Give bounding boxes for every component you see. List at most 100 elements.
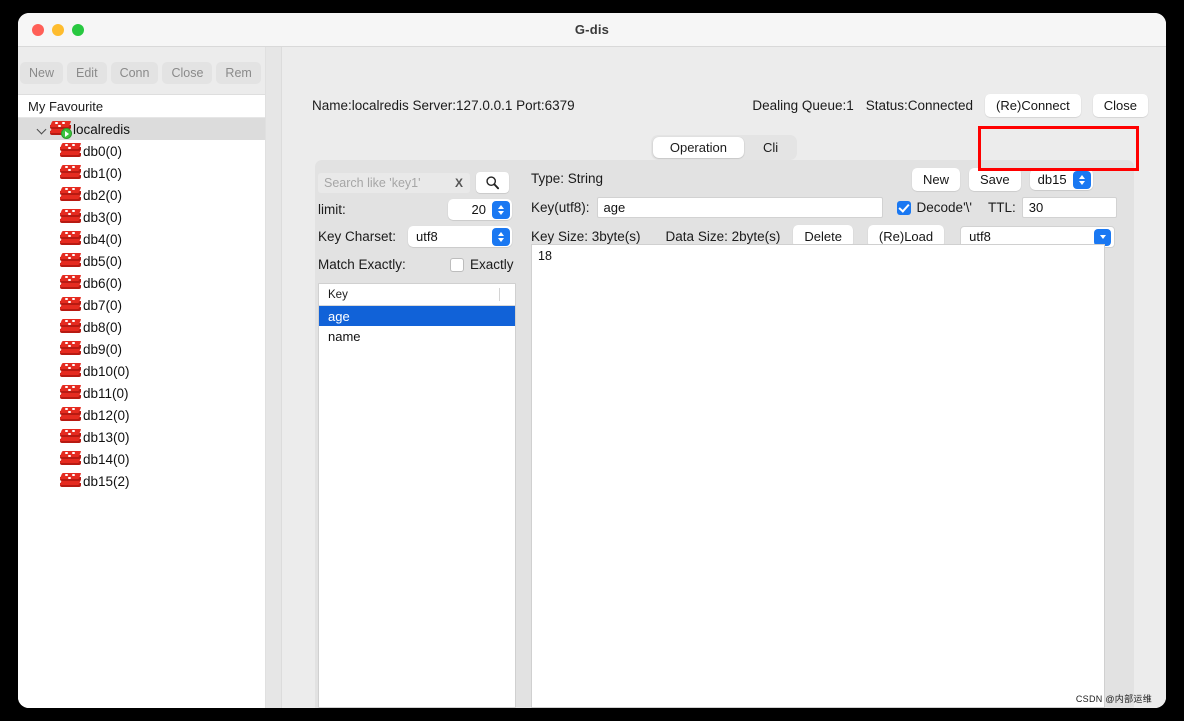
tree-item-database[interactable]: db12(0) [18,404,265,426]
tree-item-database[interactable]: db5(0) [18,250,265,272]
tree-item-database[interactable]: db9(0) [18,338,265,360]
key-size-label: Key Size: 3byte(s) [531,229,641,244]
connection-status-label: Status:Connected [865,97,974,113]
close-connection-top-button[interactable]: Close [1092,93,1148,117]
tree-item-label: db5(0) [83,253,123,269]
limit-value: 20 [471,202,486,217]
select-arrows-icon[interactable] [492,227,510,246]
limit-label: limit: [318,202,346,217]
panel-splitter[interactable] [265,47,282,708]
exactly-checkbox[interactable] [450,257,464,272]
tree-item-database[interactable]: db1(0) [18,162,265,184]
redis-db-icon [59,275,82,291]
chevron-down-icon[interactable] [36,123,49,136]
desktop-background: G-dis New Edit Conn Close Rem My Favouri… [0,0,1184,721]
app-window: G-dis New Edit Conn Close Rem My Favouri… [18,13,1166,708]
tree-item-database[interactable]: db7(0) [18,294,265,316]
redis-db-icon [59,451,82,467]
tree-item-database[interactable]: db0(0) [18,140,265,162]
tab-operation[interactable]: Operation [652,137,744,158]
redis-db-icon [59,253,82,269]
value-column: Type: String New Save db15 Key(utf8): ag… [531,164,1132,708]
minimize-window-button[interactable] [52,24,64,36]
key-charset-row: Key Charset: utf8 [318,226,536,247]
value-type-label: Type: String [531,171,604,186]
window-controls[interactable] [32,24,84,36]
tree-item-database[interactable]: db6(0) [18,272,265,294]
redis-db-icon [59,407,82,423]
connect-button[interactable]: Conn [110,62,159,84]
redis-db-icon [59,429,82,445]
decode-checkbox[interactable] [896,200,911,215]
value-textarea[interactable]: 18 [531,244,1105,708]
value-actions-row: New Save db15 [912,168,1093,191]
redis-db-icon [59,187,82,203]
tree-item-label: db4(0) [83,231,123,247]
stepper-arrows-icon[interactable] [492,200,510,219]
connection-info-bar: Name:localredis Server:127.0.0.1 Port:63… [282,91,1166,119]
chevron-down-icon[interactable] [1094,228,1112,246]
tree-item-database[interactable]: db14(0) [18,448,265,470]
type-row: Type: String [531,171,603,186]
key-charset-value: utf8 [416,229,438,244]
key-list-row[interactable]: age [319,306,515,326]
clear-search-icon[interactable]: X [455,176,463,190]
key-list-row[interactable]: name [319,326,515,346]
sidebar-panel: New Edit Conn Close Rem My Favourite loc… [18,47,265,708]
decode-label: Decode'\' [916,200,972,215]
new-connection-button[interactable]: New [20,62,64,84]
tree-item-database[interactable]: db13(0) [18,426,265,448]
key-list[interactable]: Key age name [318,283,516,708]
maximize-window-button[interactable] [72,24,84,36]
redis-db-icon [59,473,82,489]
tab-bar: Operation Cli [282,135,1166,160]
connection-running-badge [61,128,72,139]
select-arrows-icon[interactable] [1072,170,1091,189]
edit-connection-button[interactable]: Edit [67,62,107,84]
save-key-button[interactable]: Save [969,168,1021,191]
tree-item-label: localredis [73,121,131,137]
remove-connection-button[interactable]: Rem [216,62,261,84]
reconnect-button[interactable]: (Re)Connect [985,93,1081,117]
key-charset-select[interactable]: utf8 [408,226,512,247]
tree-item-database[interactable]: db2(0) [18,184,265,206]
tree-item-label: db14(0) [83,451,130,467]
window-body: New Edit Conn Close Rem My Favourite loc… [18,47,1166,708]
tab-cli[interactable]: Cli [746,137,795,158]
connection-tree[interactable]: localredis db0(0) db1(0) db2(0) db3(0) db4(0… [18,118,265,708]
connection-status-group: Dealing Queue:1 Status:Connected (Re)Con… [752,93,1148,117]
ttl-input[interactable] [1021,197,1117,218]
magnifier-icon [486,176,500,190]
tree-item-label: db8(0) [83,319,123,335]
key-charset-label: Key Charset: [318,229,397,244]
operation-card: X limit: 20 [315,160,1134,708]
tree-item-database[interactable]: db11(0) [18,382,265,404]
limit-stepper[interactable]: 20 [448,199,512,220]
redis-db-icon [59,297,82,313]
data-size-label: Data Size: 2byte(s) [665,229,781,244]
key-input[interactable] [596,197,883,218]
match-exactly-row: Match Exactly: Exactly [318,257,536,272]
redis-db-icon [59,341,82,357]
tree-item-label: db15(2) [83,473,130,489]
tree-item-database[interactable]: db15(2) [18,470,265,492]
redis-db-icon [59,363,82,379]
tree-item-label: db9(0) [83,341,123,357]
close-window-button[interactable] [32,24,44,36]
window-titlebar: G-dis [18,13,1166,47]
tree-item-database[interactable]: db3(0) [18,206,265,228]
connection-info-text: Name:localredis Server:127.0.0.1 Port:63… [312,97,575,113]
tree-item-database[interactable]: db10(0) [18,360,265,382]
tree-item-database[interactable]: db8(0) [18,316,265,338]
key-list-row-label: name [328,328,361,344]
search-input[interactable] [318,172,470,193]
tree-item-database[interactable]: db4(0) [18,228,265,250]
new-key-button[interactable]: New [912,168,961,191]
search-button[interactable] [476,172,509,193]
search-row: X [318,172,509,193]
db-selector[interactable]: db15 [1029,169,1093,190]
main-panel: Name:localredis Server:127.0.0.1 Port:63… [282,47,1166,708]
tree-item-localredis[interactable]: localredis [18,118,265,140]
redis-db-icon [59,165,82,181]
close-connection-button[interactable]: Close [162,62,213,84]
